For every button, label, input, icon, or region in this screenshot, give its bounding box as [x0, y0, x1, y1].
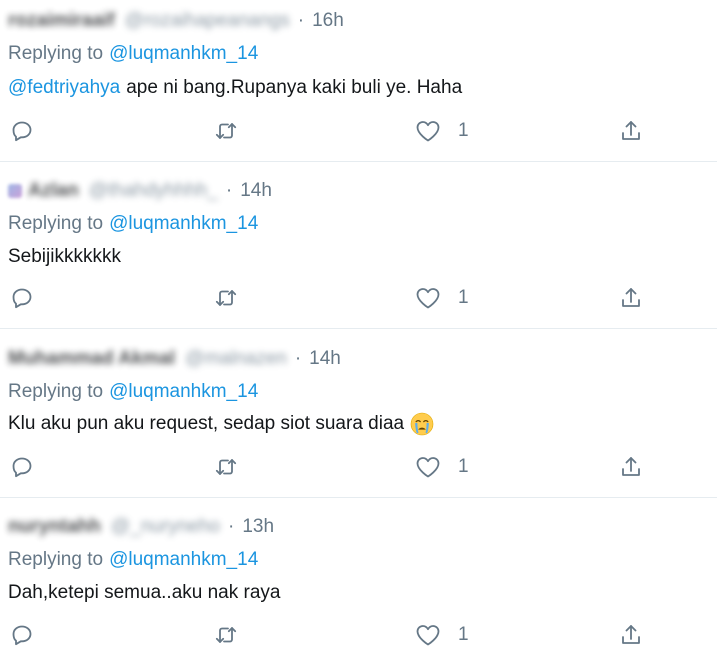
retweet-icon [215, 627, 237, 643]
reply-icon [12, 457, 32, 478]
tweet-text: Klu aku pun aku request, sedap siot suar… [8, 409, 434, 439]
tweet-text: Dah,ketepi semua..aku nak raya [8, 578, 281, 608]
like-count: 1 [458, 120, 469, 141]
reply-icon [12, 625, 32, 646]
replying-to-line: Replying to @luqmanhkm_14 [8, 379, 258, 405]
retweet-button[interactable] [214, 114, 238, 148]
retweet-button[interactable] [214, 281, 238, 315]
share-button[interactable] [619, 618, 643, 652]
heart-icon [416, 457, 440, 478]
tweet-header: Muhammad Akmal @malnazen · 14h [8, 346, 341, 372]
like-button[interactable]: 1 [415, 114, 469, 148]
body-mention[interactable]: @fedtriyahya [8, 77, 120, 99]
retweet-icon [215, 290, 237, 306]
replying-to-mention[interactable]: @luqmanhkm_14 [109, 381, 258, 403]
share-button[interactable] [619, 281, 643, 315]
retweet-icon [215, 123, 237, 139]
retweet-icon [215, 459, 237, 475]
tweet-body-text: Sebijikkkkkkk [8, 246, 121, 267]
replying-to-label: Replying to [8, 43, 104, 64]
share-button[interactable] [619, 450, 643, 484]
tweet-actions: 1 [0, 450, 717, 484]
author-name[interactable]: Azlan [28, 180, 79, 202]
tweet-body-text: ape ni bang.Rupanya kaki buli ye. Haha [126, 77, 463, 98]
replying-to-label: Replying to [8, 213, 104, 234]
author-badge [8, 184, 22, 198]
reply-tweet[interactable]: rozaimiraaif @rozaihapeanangs · 16h Repl… [0, 0, 717, 161]
heart-icon [416, 625, 440, 646]
retweet-button[interactable] [214, 618, 238, 652]
tweet-text: @fedtriyahya ape ni bang.Rupanya kaki bu… [8, 73, 462, 103]
replying-to-label: Replying to [8, 549, 104, 570]
reply-feed: rozaimiraaif @rozaihapeanangs · 16h Repl… [0, 0, 717, 660]
tweet-timestamp[interactable]: 16h [312, 10, 344, 32]
share-icon [622, 121, 640, 140]
replying-to-mention[interactable]: @luqmanhkm_14 [109, 213, 258, 235]
like-button[interactable]: 1 [415, 450, 469, 484]
like-count: 1 [458, 287, 469, 308]
tweet-text: Sebijikkkkkkk [8, 242, 121, 272]
like-button[interactable]: 1 [415, 618, 469, 652]
retweet-button[interactable] [214, 450, 238, 484]
reply-button[interactable] [10, 450, 34, 484]
replying-to-mention[interactable]: @luqmanhkm_14 [109, 43, 258, 65]
reply-button[interactable] [10, 618, 34, 652]
author-handle[interactable]: @malnazen [185, 348, 287, 370]
like-count: 1 [458, 624, 469, 645]
replying-to-mention[interactable]: @luqmanhkm_14 [109, 549, 258, 571]
replying-to-line: Replying to @luqmanhkm_14 [8, 41, 258, 67]
share-button[interactable] [619, 114, 643, 148]
tweet-header: rozaimiraaif @rozaihapeanangs · 16h [8, 8, 344, 34]
tweet-body-text: Klu aku pun aku request, sedap siot suar… [8, 413, 405, 434]
author-handle[interactable]: @thahdyhhhh_ [89, 180, 218, 202]
author-handle[interactable]: @rozaihapeanangs [125, 10, 290, 32]
heart-icon [416, 288, 440, 309]
tweet-timestamp[interactable]: 13h [242, 516, 274, 538]
like-button[interactable]: 1 [415, 281, 469, 315]
replying-to-label: Replying to [8, 381, 104, 402]
tweet-header: nuryntahh @_nuryneho · 13h [8, 514, 274, 540]
share-icon [622, 288, 640, 307]
separator-dot: · [297, 10, 305, 31]
tweet-header: Azlan @thahdyhhhh_ · 14h [8, 178, 272, 204]
author-name[interactable]: Muhammad Akmal [8, 348, 175, 370]
reply-icon [12, 121, 32, 142]
separator-dot: · [294, 348, 302, 369]
reply-button[interactable] [10, 114, 34, 148]
author-name[interactable]: nuryntahh [8, 516, 101, 538]
share-icon [622, 625, 640, 644]
reply-icon [12, 288, 32, 309]
replying-to-line: Replying to @luqmanhkm_14 [8, 211, 258, 237]
tweet-timestamp[interactable]: 14h [240, 180, 272, 202]
tweet-body-text: Dah,ketepi semua..aku nak raya [8, 582, 281, 603]
crying-face-emoji-icon [410, 412, 434, 436]
heart-icon [416, 121, 440, 142]
author-name[interactable]: rozaimiraaif [8, 10, 115, 32]
tweet-actions: 1 [0, 281, 717, 315]
replying-to-line: Replying to @luqmanhkm_14 [8, 547, 258, 573]
tweet-timestamp[interactable]: 14h [309, 348, 341, 370]
reply-button[interactable] [10, 281, 34, 315]
separator-dot: · [227, 516, 235, 537]
share-icon [622, 457, 640, 476]
author-handle[interactable]: @_nuryneho [111, 516, 220, 538]
tweet-actions: 1 [0, 618, 717, 652]
separator-dot: · [225, 180, 233, 201]
tweet-actions: 1 [0, 114, 717, 148]
like-count: 1 [458, 456, 469, 477]
